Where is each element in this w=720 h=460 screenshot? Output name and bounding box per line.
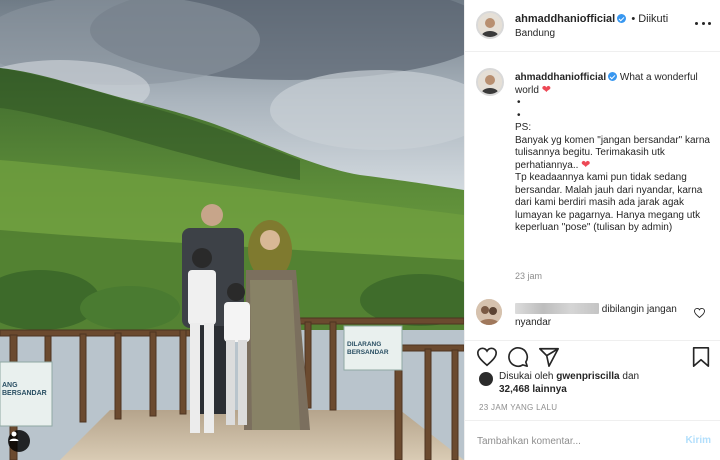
caption-bullet: • bbox=[517, 109, 521, 121]
tagged-users-button[interactable] bbox=[8, 430, 30, 452]
avatar-image bbox=[478, 70, 502, 94]
dot-icon bbox=[708, 21, 711, 25]
post-photo[interactable]: ANG BERSANDAR DILARANG BERSANDAR bbox=[0, 0, 464, 460]
like-heart-icon[interactable] bbox=[476, 346, 498, 368]
avatar-image bbox=[478, 13, 502, 37]
red-heart-emoji-icon: ❤ bbox=[541, 83, 551, 96]
dot-icon bbox=[701, 21, 705, 25]
dot-icon bbox=[695, 21, 698, 25]
add-comment-input[interactable] bbox=[477, 433, 667, 449]
post-caption: ahmaddhaniofficial What a wonderful worl… bbox=[515, 72, 711, 235]
red-heart-emoji-icon: ❤ bbox=[581, 158, 591, 171]
sign-text-left: ANG BERSANDAR bbox=[2, 382, 47, 397]
avatar-image bbox=[476, 299, 502, 325]
caption-bullet: • bbox=[517, 97, 521, 108]
post-side-panel: ahmaddhaniofficial • Diikuti Bandung ahm… bbox=[464, 0, 720, 460]
liker-avatar[interactable] bbox=[479, 372, 493, 386]
share-paper-plane-icon[interactable] bbox=[538, 346, 560, 368]
post-comment-button[interactable]: Kirim bbox=[685, 435, 711, 446]
author-avatar[interactable] bbox=[476, 11, 504, 39]
photo-scene bbox=[0, 0, 464, 460]
comments-section[interactable]: ahmaddhaniofficial What a wonderful worl… bbox=[465, 52, 720, 340]
more-options-button[interactable] bbox=[695, 18, 711, 28]
caption-username[interactable]: ahmaddhaniofficial bbox=[515, 72, 606, 83]
verified-badge-icon bbox=[617, 14, 627, 23]
likes-prefix: Disukai oleh bbox=[499, 371, 554, 382]
sign-text-right: DILARANG BERSANDAR bbox=[347, 341, 389, 356]
likes-connector: dan bbox=[622, 371, 640, 382]
likes-count[interactable]: 32,468 lainnya bbox=[499, 384, 567, 395]
post-timestamp[interactable]: 23 JAM YANG LALU bbox=[479, 403, 557, 412]
author-line: ahmaddhaniofficial • Diikuti bbox=[515, 13, 668, 25]
liker-username[interactable]: gwenpriscilla bbox=[556, 371, 619, 382]
caption-timestamp: 23 jam bbox=[515, 271, 543, 281]
caption-ps: PS: bbox=[515, 122, 532, 133]
post-location[interactable]: Bandung bbox=[515, 28, 555, 39]
author-username[interactable]: ahmaddhaniofficial bbox=[515, 13, 615, 25]
caption-author-avatar[interactable] bbox=[476, 68, 504, 96]
add-comment-bar: Kirim bbox=[465, 420, 720, 460]
user-tag-icon bbox=[9, 431, 19, 441]
save-bookmark-icon[interactable] bbox=[690, 346, 712, 368]
comment-bubble-icon[interactable] bbox=[507, 346, 529, 368]
follow-status[interactable]: • Diikuti bbox=[631, 13, 668, 25]
verified-badge-icon bbox=[608, 72, 618, 81]
caption-para2: Tp keadaannya kami pun tidak sedang bers… bbox=[515, 172, 703, 233]
caption-para1: Banyak yg komen "jangan bersandar" karna… bbox=[515, 134, 710, 171]
comment-like-heart-icon[interactable] bbox=[694, 308, 705, 318]
post-header: ahmaddhaniofficial • Diikuti Bandung bbox=[465, 0, 720, 52]
comment-item: dibilangin jangan nyandar bbox=[515, 303, 691, 329]
commenter-avatar[interactable] bbox=[476, 299, 502, 325]
blurred-commenter-username[interactable] bbox=[515, 303, 599, 314]
